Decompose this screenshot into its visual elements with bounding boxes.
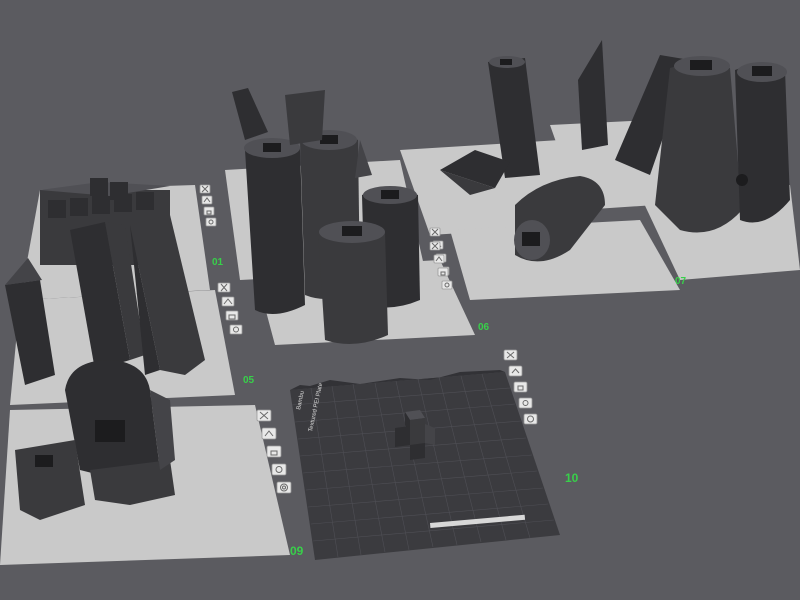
settings-icon[interactable] <box>518 397 533 409</box>
3d-viewport[interactable]: 01 07 05 06 09 Bambu Textured PEI Plate … <box>0 0 800 600</box>
close-icon[interactable] <box>217 282 231 293</box>
lock-icon[interactable] <box>266 445 282 458</box>
lock-icon[interactable] <box>437 267 449 277</box>
arrange-icon[interactable] <box>221 296 235 307</box>
orient-icon[interactable] <box>276 481 292 494</box>
arrange-icon[interactable] <box>261 427 277 440</box>
settings-icon[interactable] <box>441 280 453 290</box>
tube-model-4[interactable] <box>318 221 388 344</box>
plate-label-09: 09 <box>290 544 304 558</box>
settings-icon[interactable] <box>271 463 287 476</box>
close-icon[interactable] <box>199 184 211 194</box>
close-icon[interactable] <box>429 241 441 251</box>
lock-icon[interactable] <box>203 206 215 216</box>
arrange-icon[interactable] <box>508 365 523 377</box>
settings-icon[interactable] <box>205 217 217 227</box>
close-icon[interactable] <box>256 409 272 422</box>
close-icon[interactable] <box>429 227 441 237</box>
lock-icon[interactable] <box>513 381 528 393</box>
plate-label-10: 10 <box>565 471 579 485</box>
lock-icon[interactable] <box>225 310 239 321</box>
close-icon[interactable] <box>503 349 518 361</box>
settings-icon[interactable] <box>229 324 243 335</box>
plate-10-active-bed[interactable]: Bambu Textured PEI Plate 10 <box>290 349 579 560</box>
arrange-icon[interactable] <box>433 254 445 264</box>
arrange-icon[interactable] <box>201 195 213 205</box>
plate-label-06: 06 <box>478 322 490 333</box>
tube-model-1[interactable] <box>244 138 305 314</box>
plate-label-01: 01 <box>212 257 224 268</box>
plate-01-buttons[interactable] <box>199 184 217 227</box>
orient-icon[interactable] <box>523 413 538 425</box>
plate-label-05: 05 <box>243 375 255 386</box>
spike-model[interactable] <box>578 40 608 150</box>
